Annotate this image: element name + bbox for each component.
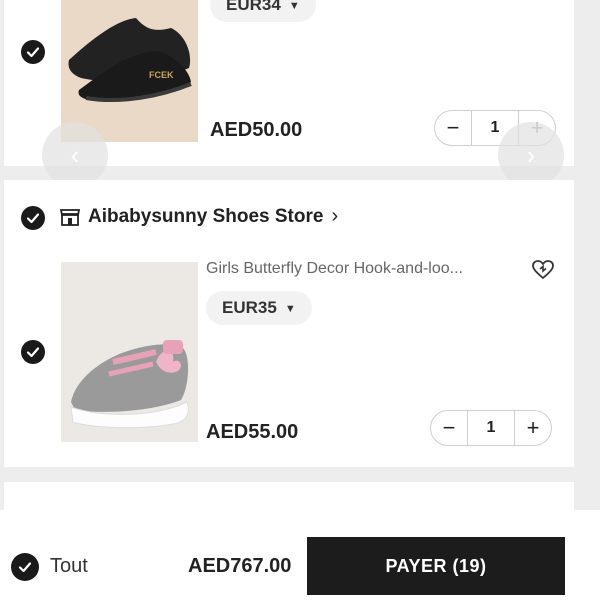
chevron-left-icon: ‹ [70,139,80,170]
black-sneaker-image: FCEK [61,0,198,142]
chevron-down-icon: ▼ [284,303,296,315]
store-select-checkbox[interactable] [21,206,45,230]
chevron-right-icon: › [331,205,339,227]
decrement-button[interactable]: − [435,111,471,145]
checkmark-icon [18,562,32,573]
product-image[interactable] [61,262,198,442]
store-icon [60,208,80,226]
select-all-checkbox[interactable] [11,553,39,581]
heart-icon[interactable] [531,258,555,282]
product-image[interactable]: FCEK [61,0,198,142]
store-name: Aibabysunny Shoes Store [88,205,324,227]
item-price: AED55.00 [206,421,299,443]
checkout-bar: Tout AED767.00 PAYER (19) [0,510,600,600]
cart-total: AED767.00 [188,555,292,577]
select-all-label[interactable]: Tout [50,555,88,578]
size-selector[interactable]: EUR35 ▼ [206,291,312,325]
grey-sneaker-image [61,262,198,442]
checkmark-icon [26,213,40,224]
svg-text:FCEK: FCEK [149,70,174,80]
product-title[interactable]: Girls Butterfly Decor Hook-and-loo... [206,260,506,278]
chevron-down-icon: ▼ [288,0,300,12]
increment-button[interactable]: + [515,411,551,445]
minus-icon: − [442,415,456,440]
quantity-value: 1 [467,411,515,445]
size-chip-label: EUR34 [226,0,281,14]
minus-icon: − [446,115,460,140]
item-select-checkbox[interactable] [21,340,45,364]
pay-button[interactable]: PAYER (19) [307,537,565,595]
plus-icon: + [526,415,540,440]
item-select-checkbox[interactable] [21,40,45,64]
item-price: AED50.00 [210,119,303,141]
size-selector[interactable]: EUR34 ▼ [210,0,316,22]
carousel-prev-button[interactable]: ‹ [42,122,108,188]
checkmark-icon [26,347,40,358]
store-link[interactable]: Aibabysunny Shoes Store › [60,205,338,228]
chevron-right-icon: › [526,139,536,170]
size-chip-label: EUR35 [222,298,277,317]
checkmark-icon [26,47,40,58]
carousel-next-button[interactable]: › [498,122,564,188]
quantity-stepper[interactable]: − 1 + [430,410,552,446]
decrement-button[interactable]: − [431,411,467,445]
